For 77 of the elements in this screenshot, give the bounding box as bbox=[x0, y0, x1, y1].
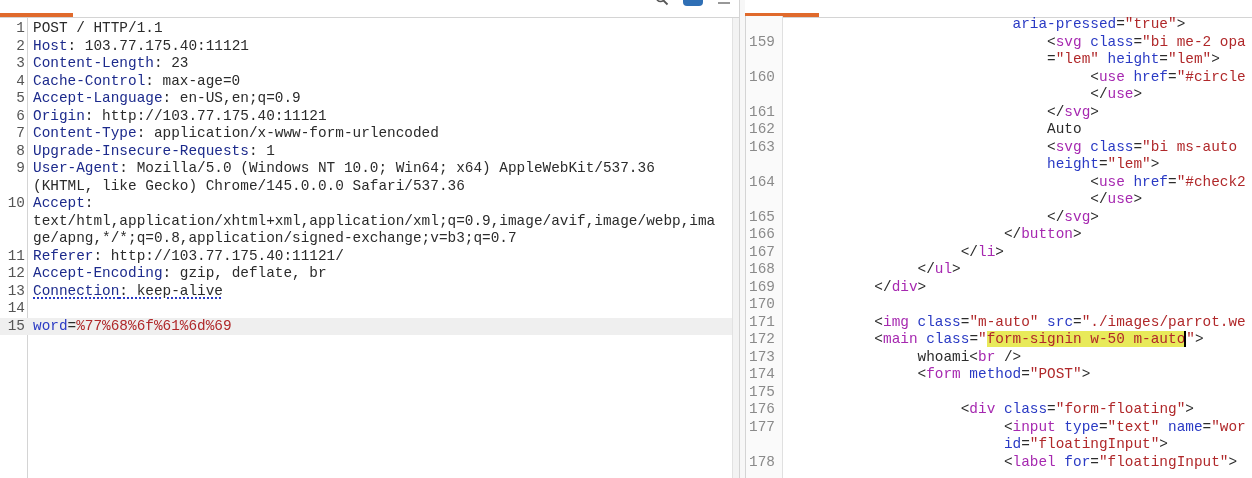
code-line: Host: 103.77.175.40:11121 bbox=[32, 37, 249, 55]
line-number: 173 bbox=[749, 348, 775, 365]
code-line: Content-Type: application/x-www-form-urlencoded bbox=[32, 125, 439, 143]
line-number: 171 bbox=[749, 313, 775, 330]
code-line: ="lem" height="lem"> bbox=[1046, 51, 1220, 69]
code-line: <svg class="bi me-2 opa bbox=[1046, 33, 1246, 51]
line-number: 14 bbox=[7, 300, 25, 316]
code-line: whoami<br /> bbox=[916, 348, 1022, 366]
line-number: 9 bbox=[16, 160, 25, 176]
line-number: 6 bbox=[16, 107, 25, 124]
line-number: 2 bbox=[16, 37, 25, 54]
line-number: 175 bbox=[749, 383, 775, 400]
code-line: aria-pressed="true"> bbox=[1011, 16, 1186, 34]
line-number: 10 bbox=[7, 195, 25, 211]
line-number: 161 bbox=[749, 103, 775, 120]
line-number: 168 bbox=[749, 261, 775, 277]
line-number: 164 bbox=[749, 173, 775, 190]
code-line: height="lem"> bbox=[1046, 156, 1160, 174]
line-number: 5 bbox=[16, 90, 25, 106]
code-line: Referer: http://103.77.175.40:11121/ bbox=[32, 247, 344, 265]
code-line: </div> bbox=[873, 278, 927, 296]
code-line: Origin: http://103.77.175.40:11121 bbox=[32, 107, 327, 125]
code-line: </svg> bbox=[1046, 103, 1099, 121]
line-number: 174 bbox=[749, 366, 775, 382]
line-number: 167 bbox=[749, 243, 775, 260]
line-number: 172 bbox=[749, 331, 775, 347]
code-line: ge/apng,*/*;q=0.8,application/signed-exchange;v=b3;q=0.7 bbox=[32, 230, 517, 248]
code-line: Upgrade-Insecure-Requests: 1 bbox=[32, 142, 275, 160]
code-line: </button> bbox=[1002, 226, 1082, 244]
code-line: <div class="form-floating"> bbox=[959, 401, 1194, 419]
code-line: POST / HTTP/1.1 bbox=[32, 20, 163, 38]
line-number: 176 bbox=[749, 401, 775, 417]
line-number: 170 bbox=[749, 296, 775, 312]
line-number: 12 bbox=[7, 265, 25, 281]
line-number: 163 bbox=[749, 138, 775, 155]
line-number: 160 bbox=[749, 68, 775, 85]
line-number: 1 bbox=[16, 20, 25, 36]
line-number: 3 bbox=[16, 55, 25, 71]
line-number: 4 bbox=[16, 72, 25, 89]
line-number: 8 bbox=[16, 142, 25, 159]
code-line: Content-Length: 23 bbox=[32, 55, 189, 73]
code-line: User-Agent: Mozilla/5.0 (Windows NT 10.0; Win64; x64) AppleWebKit/537.36 bbox=[32, 160, 655, 178]
line-number: 178 bbox=[749, 453, 775, 470]
code-line: </li> bbox=[959, 243, 1004, 261]
line-number: 159 bbox=[749, 33, 775, 50]
code-line: </svg> bbox=[1046, 208, 1099, 226]
line-number: 13 bbox=[7, 282, 25, 299]
code-line: <main class="form-signin w-50 m-auto"> bbox=[873, 331, 1204, 349]
line-number: 162 bbox=[749, 121, 775, 137]
code-line: Connection: keep-alive bbox=[32, 282, 223, 300]
code-line: </ul> bbox=[916, 261, 961, 279]
code-line: id="floatingInput"> bbox=[1002, 436, 1168, 454]
code-line: Accept-Language: en-US,en;q=0.9 bbox=[32, 90, 301, 108]
code-line: </use> bbox=[1089, 86, 1143, 104]
code-line: word=%77%68%6f%61%6d%69 bbox=[32, 317, 232, 335]
code-line: Auto bbox=[1046, 121, 1082, 139]
code-line: Accept: bbox=[32, 195, 94, 213]
line-number: 165 bbox=[749, 208, 775, 225]
line-number: 177 bbox=[749, 418, 775, 435]
code-line: <img class="m-auto" src="./images/parrot.we bbox=[873, 313, 1246, 331]
line-number: 169 bbox=[749, 278, 775, 295]
code-line: Cache-Control: max-age=0 bbox=[32, 72, 241, 90]
code-line: </use> bbox=[1089, 191, 1143, 209]
code-line: <use href="#check2 bbox=[1089, 173, 1246, 191]
code-line: <use href="#circle bbox=[1089, 68, 1246, 86]
code-line: <form method="POST"> bbox=[916, 366, 1091, 384]
code-line: text/html,application/xhtml+xml,application/xml;q=0.9,image/avif,image/webp,ima bbox=[32, 212, 716, 230]
code-line: <input type="text" name="wor bbox=[1002, 418, 1246, 436]
code-line: Accept-Encoding: gzip, deflate, br bbox=[32, 265, 327, 283]
line-number: 15 bbox=[7, 317, 25, 334]
line-number: 7 bbox=[16, 125, 25, 141]
code-line: <label for="floatingInput"> bbox=[1002, 453, 1238, 471]
line-number: 11 bbox=[7, 247, 25, 264]
line-number: 166 bbox=[749, 226, 775, 242]
code-line: <svg class="bi ms-auto bbox=[1046, 138, 1238, 156]
code-line: (KHTML, like Gecko) Chrome/145.0.0.0 Safari/537.36 bbox=[32, 177, 465, 195]
scrollbar-track[interactable] bbox=[732, 18, 739, 478]
